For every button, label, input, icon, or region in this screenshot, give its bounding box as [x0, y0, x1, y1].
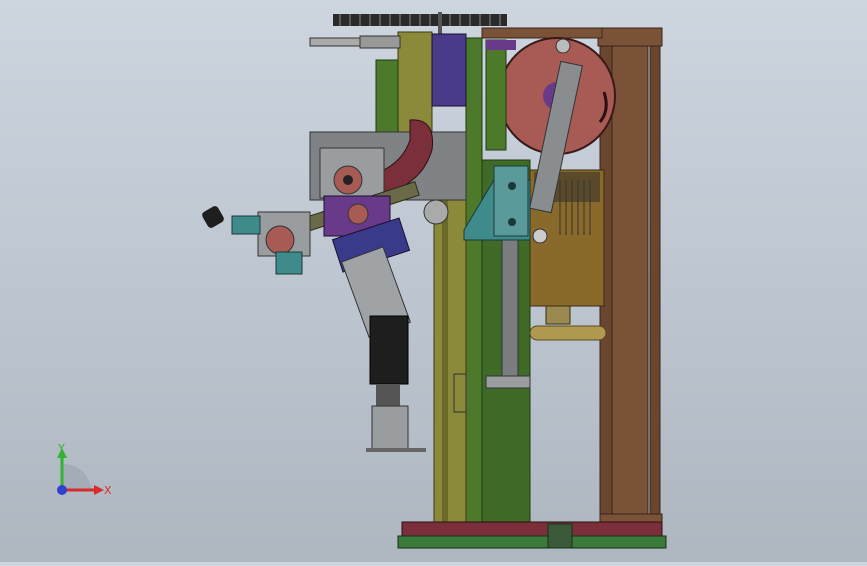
triad-arc: [62, 464, 92, 490]
sensor-bracket: [453, 373, 467, 413]
axis-triad: Y X: [40, 440, 120, 510]
z-axis-dot-icon: [57, 485, 67, 495]
guide-rod: [501, 219, 519, 381]
machine-base: [397, 521, 667, 549]
machine-assembly-model[interactable]: [0, 0, 867, 562]
x-axis-label: X: [104, 484, 112, 497]
cad-viewport[interactable]: [0, 0, 867, 562]
y-axis-label: Y: [57, 442, 65, 455]
x-axis-arrow-icon: [94, 485, 104, 495]
top-crossbar: [481, 27, 603, 39]
rod-clamp: [485, 375, 531, 389]
diagonal-cylinder: [341, 246, 426, 452]
